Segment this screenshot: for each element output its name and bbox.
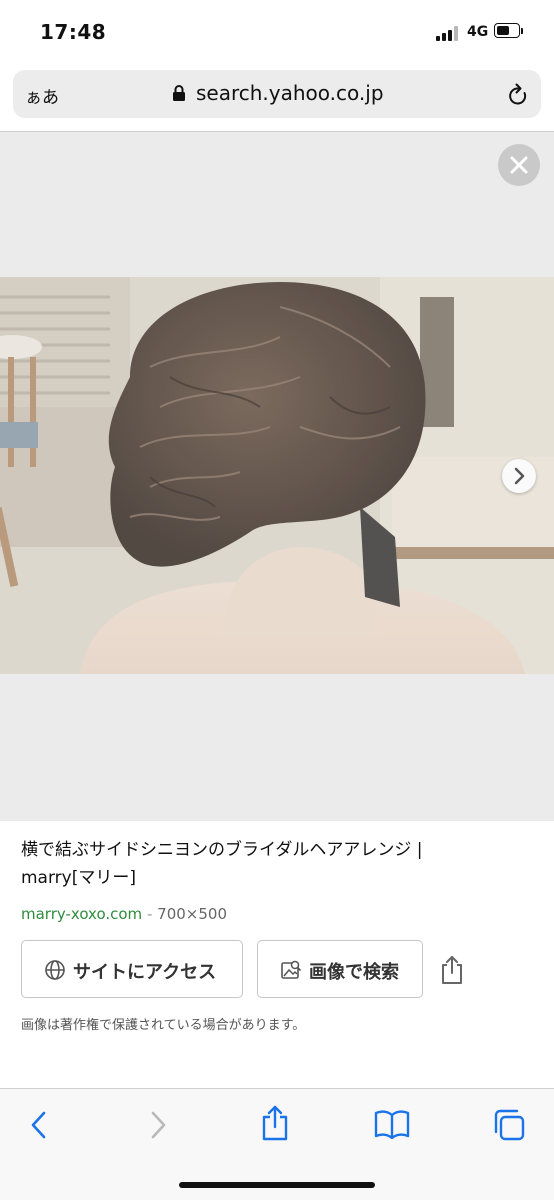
share-icon[interactable]	[260, 1104, 290, 1142]
chevron-right-icon	[514, 467, 525, 485]
close-button[interactable]	[498, 144, 540, 186]
lock-icon	[173, 85, 185, 101]
source-separator: -	[146, 905, 153, 923]
result-source: marry-xoxo.com - 700×500	[21, 905, 227, 923]
chevron-right-icon[interactable]	[147, 1110, 169, 1140]
share-icon[interactable]	[439, 954, 465, 986]
image-dimensions: 700×500	[157, 905, 227, 923]
result-title[interactable]: 横で結ぶサイドシニヨンのブライダルヘアアレンジ | marry[マリー]	[21, 836, 491, 892]
url-text[interactable]: search.yahoo.co.jp	[196, 81, 384, 105]
home-indicator[interactable]	[179, 1182, 375, 1188]
globe-icon	[45, 960, 65, 980]
image-search-label: 画像で検索	[309, 962, 399, 983]
book-icon[interactable]	[374, 1109, 410, 1139]
visit-site-button[interactable]: サイトにアクセス	[21, 940, 243, 998]
status-bar: 17:48 4G	[0, 0, 554, 64]
source-domain[interactable]: marry-xoxo.com	[21, 905, 142, 923]
copyright-note: 画像は著作権で保護されている場合があります。	[21, 1018, 306, 1033]
chevron-left-icon[interactable]	[28, 1110, 50, 1140]
hairstyle-photo	[0, 277, 554, 674]
tabs-icon[interactable]	[492, 1108, 526, 1142]
battery-icon	[494, 23, 524, 40]
cellular-signal-icon	[436, 25, 462, 41]
result-image[interactable]	[0, 277, 554, 674]
visit-site-label: サイトにアクセス	[73, 962, 217, 983]
image-search-icon	[281, 960, 302, 979]
network-type: 4G	[467, 24, 489, 40]
close-icon	[510, 156, 528, 174]
next-image-button[interactable]	[502, 459, 536, 493]
reload-icon[interactable]	[507, 83, 529, 107]
text-size-button[interactable]: ぁあ	[25, 83, 59, 108]
clock: 17:48	[40, 20, 107, 44]
address-bar[interactable]: ぁあ search.yahoo.co.jp	[13, 70, 541, 118]
image-search-button[interactable]: 画像で検索	[257, 940, 423, 998]
